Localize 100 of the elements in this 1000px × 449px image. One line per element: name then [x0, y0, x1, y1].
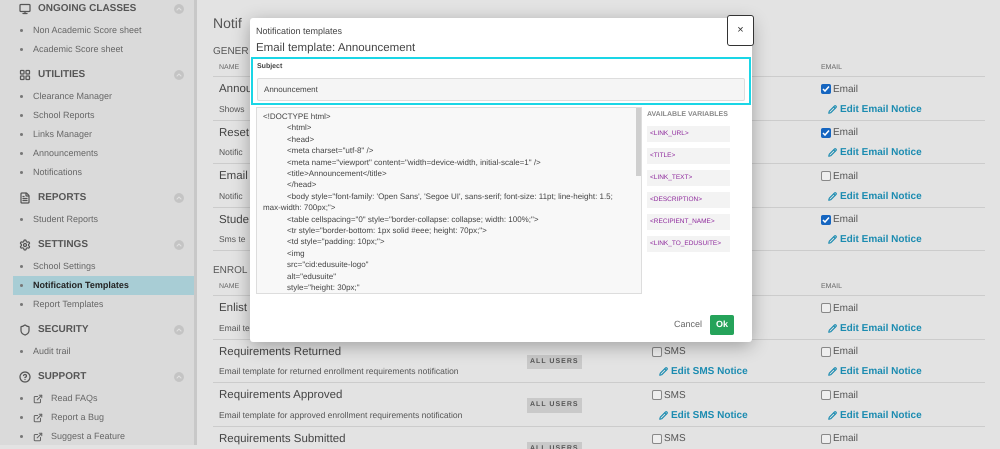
checkbox[interactable] [821, 171, 831, 181]
template-name: Requirements Returned [219, 344, 342, 360]
chevron-up-icon [175, 70, 183, 78]
chevron-up-icon [175, 4, 183, 12]
edit-link[interactable]: Edit Email Notice [828, 142, 985, 162]
pencil-icon [828, 148, 837, 157]
code-line: <body style="font-family: 'Open Sans', 'Segoe UI', sans-serif; font-size: 11pt; line-height: 1.5; max-width: 700px;"> [263, 190, 614, 214]
pencil-icon [828, 104, 837, 114]
edit-link[interactable]: Edit Email Notice [828, 186, 985, 206]
checkbox-label: SMS [664, 388, 686, 402]
shield-icon [19, 324, 31, 336]
chevron-up-icon [175, 326, 183, 334]
bullet-icon [20, 133, 23, 136]
dialog-title: Notification templates [256, 25, 342, 38]
code-editor[interactable] [256, 107, 642, 294]
template-name: Requirements Approved [219, 388, 342, 404]
bullet-icon [20, 350, 23, 353]
checkbox[interactable] [821, 214, 831, 224]
sidebar-item[interactable]: Non Academic Score sheet [13, 21, 194, 40]
sidebar-item[interactable]: Report Templates [13, 295, 194, 314]
code-line: <!DOCTYPE html> [263, 111, 332, 122]
checkbox-label: Email [833, 345, 858, 359]
template-description: Email template for returned enrollment requirements notification [219, 365, 459, 378]
sidebar-item[interactable]: Read FAQs [13, 389, 194, 408]
edit-link[interactable]: Edit Email Notice [828, 362, 985, 382]
bullet-icon [20, 29, 23, 32]
checkbox-label: Email [833, 432, 858, 446]
pencil-icon [828, 367, 837, 376]
checkbox[interactable] [821, 346, 831, 356]
edit-link[interactable]: Edit Email Notice [828, 230, 985, 250]
sidebar-item[interactable]: School Settings [13, 257, 194, 276]
bullet-icon [20, 95, 23, 98]
code-line: <img [286, 248, 306, 260]
sidebar-item[interactable]: Academic Score sheet [13, 40, 194, 59]
bullet-icon [20, 397, 23, 400]
checkbox-label: Email [833, 82, 858, 96]
edit-link[interactable]: Edit SMS Notice [659, 405, 815, 425]
help-icon [19, 370, 31, 382]
template-description: Notific [219, 146, 243, 160]
sidebar-item[interactable]: Links Manager [13, 125, 194, 144]
sidebar-item[interactable]: Notification Templates [13, 276, 194, 295]
section-title: SECURITY [38, 323, 90, 337]
sidebar-item[interactable]: Report a Bug [13, 408, 194, 427]
bullet-icon [20, 303, 23, 306]
pencil-icon [828, 410, 837, 420]
sidebar-item[interactable]: Student Reports [13, 210, 194, 229]
chevron-up-icon [175, 194, 183, 202]
sidebar-item[interactable]: Announcements [13, 144, 194, 163]
chevron-up-icon [175, 240, 183, 248]
code-line: </head> [286, 179, 318, 191]
template-name: Email [219, 169, 248, 184]
bullet-icon [20, 218, 23, 221]
section-title: UTILITIES [38, 68, 86, 82]
code-line: <meta charset="utf-8" /> [286, 145, 374, 157]
bullet-icon [20, 152, 23, 155]
ok-button[interactable]: Ok [710, 315, 734, 335]
external-link-icon [33, 394, 43, 404]
checkbox[interactable] [821, 303, 831, 313]
pencil-icon [659, 367, 668, 376]
scrollbar[interactable] [636, 108, 641, 176]
close-button[interactable]: × [727, 15, 754, 46]
checkbox[interactable] [821, 128, 831, 138]
template-name: Enlist [219, 301, 248, 316]
bullet-icon [20, 284, 23, 287]
template-description: Email template for approved enrollment requirements notification [219, 408, 462, 422]
checkbox-label: Email [833, 388, 858, 402]
edit-link[interactable]: Edit Email Notice [828, 405, 985, 425]
edit-link[interactable]: Edit Email Notice [828, 99, 985, 119]
checkbox[interactable] [821, 390, 831, 400]
sidebar-item[interactable]: Suggest a Feature [13, 427, 194, 446]
section-title: REPORTS [38, 191, 88, 205]
code-line: <table cellspacing="0" style="border-collapse: collapse; width: 100%;"> [286, 214, 540, 226]
sidebar-item[interactable]: Clearance Manager [13, 87, 194, 106]
cancel-button[interactable]: Cancel [674, 318, 702, 332]
checkbox[interactable] [821, 434, 831, 444]
section-heading: ENROL [213, 264, 248, 278]
checkbox[interactable] [652, 390, 662, 400]
checkbox[interactable] [821, 84, 831, 94]
subject-field[interactable]: Announcement [257, 78, 745, 101]
pencil-icon [659, 410, 668, 420]
sidebar-item[interactable]: School Reports [13, 106, 194, 125]
sidebar-item[interactable]: Notifications [13, 163, 194, 182]
section-heading: GENER [213, 44, 249, 58]
edit-link[interactable]: Edit SMS Notice [659, 362, 815, 382]
monitor-icon [19, 2, 31, 14]
edit-link[interactable]: Edit Email Notice [828, 318, 985, 338]
code-line: alt="edusuite" [286, 270, 338, 282]
checkbox[interactable] [652, 346, 662, 356]
bullet-icon [20, 265, 23, 268]
document-icon [19, 192, 31, 204]
pencil-icon [828, 235, 837, 244]
template-name: Reset [219, 126, 250, 141]
pencil-icon [828, 192, 837, 200]
code-line: style="height: 30px;" [286, 282, 361, 293]
checkbox-label: Email [833, 170, 858, 184]
dialog-heading: Email template: Announcement [256, 41, 416, 56]
checkbox-label: SMS [664, 432, 686, 446]
checkbox[interactable] [652, 434, 662, 444]
sidebar-item[interactable]: Audit trail [13, 342, 194, 361]
section-title: ONGOING CLASSES [38, 2, 138, 16]
